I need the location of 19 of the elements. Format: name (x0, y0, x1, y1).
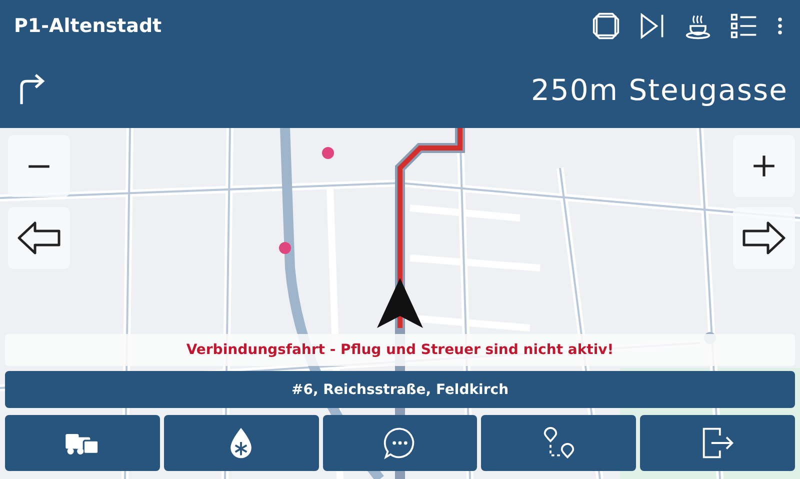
play-skip-icon[interactable] (638, 12, 666, 40)
right-arrow-icon (742, 220, 786, 256)
next-button[interactable] (733, 207, 795, 269)
previous-button[interactable] (8, 207, 70, 269)
destination-button[interactable]: #6, Reichsstraße, Feldkirch (5, 371, 795, 408)
left-arrow-icon (17, 220, 61, 256)
plus-icon (751, 153, 777, 179)
zoom-in-button[interactable] (733, 135, 795, 197)
app-title: P1-Altenstadt (14, 15, 162, 37)
fullscreen-icon[interactable] (592, 12, 620, 40)
list-icon[interactable] (730, 12, 758, 40)
vehicles-button[interactable] (5, 415, 160, 471)
exit-button[interactable] (640, 415, 795, 471)
instruction-text: 250m Steugasse (530, 73, 788, 107)
status-notice: Verbindungsfahrt - Pflug und Streuer sind nicht aktiv! (5, 334, 795, 366)
salt-button[interactable] (164, 415, 319, 471)
route-button[interactable] (481, 415, 636, 471)
minus-icon (26, 164, 52, 168)
chat-button[interactable] (322, 415, 478, 471)
